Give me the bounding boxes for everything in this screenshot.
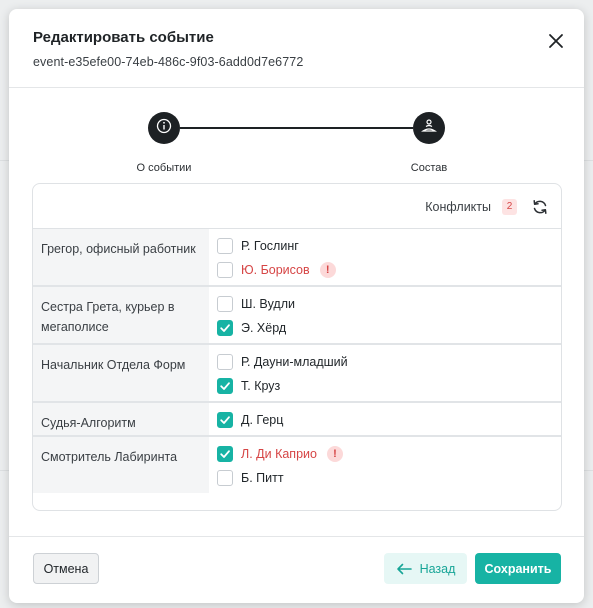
cast-panel-header: Конфликты 2 xyxy=(33,184,561,229)
role-cast-list: Л. Ди Каприо! Б. Питт xyxy=(209,437,561,493)
role-name: Судья-Алгоритм xyxy=(33,403,209,435)
cast-option[interactable]: Л. Ди Каприо! xyxy=(217,442,561,466)
stepper: О событии Состав xyxy=(9,88,584,183)
modal-footer: Отмена Назад Сохранить xyxy=(9,536,584,603)
cast-option[interactable]: Э. Хёрд xyxy=(217,316,561,340)
cast-panel: Конфликты 2 Грегор, офисный работник Р. Г… xyxy=(32,183,562,511)
cast-icon xyxy=(421,118,437,139)
edit-event-modal: Редактировать событие event-e35efe00-74e… xyxy=(9,9,584,603)
cast-option-label: Т. Круз xyxy=(241,379,281,393)
role-name: Грегор, офисный работник xyxy=(33,229,209,285)
step-cast-label: Состав xyxy=(410,162,448,174)
role-row: Грегор, офисный работник Р. Гослинг Ю. Бор… xyxy=(33,229,561,287)
back-button-label: Назад xyxy=(419,561,456,576)
cast-option-label: Р. Гослинг xyxy=(241,239,299,253)
cast-option-label: Б. Питт xyxy=(241,471,284,485)
cast-option[interactable]: Ш. Вудли xyxy=(217,292,561,316)
checkmark-icon xyxy=(220,382,230,390)
checkmark-icon xyxy=(220,450,230,458)
modal-title: Редактировать событие xyxy=(33,29,214,46)
step-cast-circle[interactable] xyxy=(413,112,445,144)
cast-option[interactable]: Ю. Борисов! xyxy=(217,258,561,282)
role-cast-list: Р. Гослинг Ю. Борисов! xyxy=(209,229,561,285)
stepper-connector xyxy=(180,127,413,129)
roles-list: Грегор, офисный работник Р. Гослинг Ю. Бор… xyxy=(33,229,561,493)
cast-option[interactable]: Т. Круз xyxy=(217,374,561,398)
checkbox[interactable] xyxy=(217,262,233,278)
role-name: Смотритель Лабиринта xyxy=(33,437,209,493)
modal-header: Редактировать событие event-e35efe00-74e… xyxy=(9,9,584,88)
conflict-warning-icon: ! xyxy=(326,446,343,462)
checkbox-checked[interactable] xyxy=(217,320,233,336)
checkbox-checked[interactable] xyxy=(217,446,233,462)
role-row: Смотритель Лабиринта Л. Ди Каприо! Б. Питт xyxy=(33,437,561,493)
step-about-label: О событии xyxy=(136,162,192,174)
role-row: Судья-Алгоритм Д. Герц xyxy=(33,403,561,437)
checkbox[interactable] xyxy=(217,470,233,486)
checkbox[interactable] xyxy=(217,296,233,312)
role-cast-list: Д. Герц xyxy=(209,403,561,435)
cancel-button[interactable]: Отмена xyxy=(33,553,99,584)
arrow-left-icon xyxy=(396,563,412,575)
role-cast-list: Ш. Вудли Э. Хёрд xyxy=(209,287,561,343)
cast-option-label: Ш. Вудли xyxy=(241,297,296,311)
cast-option-label: Э. Хёрд xyxy=(241,321,287,335)
checkbox-checked[interactable] xyxy=(217,412,233,428)
checkbox[interactable] xyxy=(217,354,233,370)
checkmark-icon xyxy=(220,416,230,424)
cast-option-label: Л. Ди Каприо xyxy=(241,447,317,461)
info-icon xyxy=(156,118,172,139)
role-cast-list: Р. Дауни-младший Т. Круз xyxy=(209,345,561,401)
checkbox[interactable] xyxy=(217,238,233,254)
cast-option[interactable]: Д. Герц xyxy=(217,408,561,432)
cast-option-label: Д. Герц xyxy=(241,413,284,427)
conflicts-count-badge: 2 xyxy=(502,199,517,215)
conflicts-label: Конфликты xyxy=(425,200,491,214)
cast-option[interactable]: Р. Гослинг xyxy=(217,234,561,258)
role-row: Начальник Отдела Форм Р. Дауни-младший Т. … xyxy=(33,345,561,403)
refresh-icon[interactable] xyxy=(531,198,549,216)
event-id: event-e35efe00-74eb-486c-9f03-6add0d7e67… xyxy=(33,55,304,69)
role-row: Сестра Грета, курьер в мегаполисе Ш. Вудл… xyxy=(33,287,561,345)
save-button[interactable]: Сохранить xyxy=(475,553,561,584)
checkbox-checked[interactable] xyxy=(217,378,233,394)
conflict-warning-icon: ! xyxy=(319,262,336,278)
cast-option[interactable]: Р. Дауни-младший xyxy=(217,350,561,374)
role-name: Сестра Грета, курьер в мегаполисе xyxy=(33,287,209,343)
cast-option-label: Р. Дауни-младший xyxy=(241,355,348,369)
role-name: Начальник Отдела Форм xyxy=(33,345,209,401)
checkmark-icon xyxy=(220,324,230,332)
cast-option-label: Ю. Борисов xyxy=(241,263,310,277)
back-button[interactable]: Назад xyxy=(384,553,467,584)
cast-option[interactable]: Б. Питт xyxy=(217,466,561,490)
close-icon[interactable] xyxy=(548,33,564,49)
step-about-circle[interactable] xyxy=(148,112,180,144)
